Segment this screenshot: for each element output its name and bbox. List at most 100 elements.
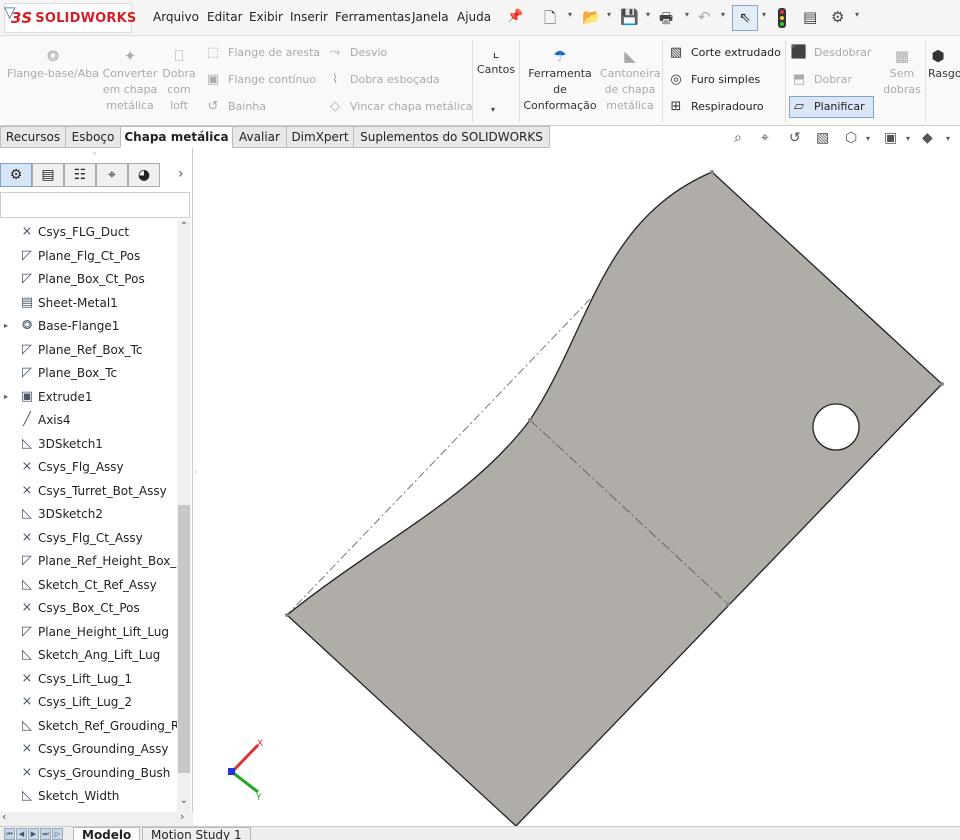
new-document-icon[interactable]: 🗋	[544, 8, 556, 33]
zoom-to-fit-icon[interactable]: ⌕	[734, 130, 742, 146]
converter-button[interactable]: ✦ Converter em chapa metálica	[102, 46, 158, 114]
chevron-down-icon[interactable]: ⌄	[177, 795, 191, 806]
chevron-right-icon[interactable]: ›	[178, 166, 184, 182]
tree-item[interactable]: ◺ Sketch_Width	[0, 785, 177, 807]
tree-item[interactable]: ⨯ Csys_Lift_Lug_1	[0, 668, 177, 690]
tree-item[interactable]: ◸ Plane_Box_Tc	[0, 362, 177, 384]
chevron-down-icon[interactable]: ▾	[646, 10, 650, 19]
menu-ferramentas[interactable]: Ferramentas	[335, 10, 411, 24]
tree-scroll-thumb[interactable]	[178, 505, 190, 773]
menu-exibir[interactable]: Exibir	[249, 10, 283, 24]
undo-icon[interactable]: ↶	[698, 8, 711, 26]
tree-horizontal-scrollbar[interactable]: ‹ ›	[0, 810, 193, 826]
chevron-down-icon[interactable]: ▾	[685, 10, 689, 19]
menu-editar[interactable]: Editar	[207, 10, 243, 24]
chevron-down-icon[interactable]: ▾	[906, 134, 910, 143]
cantos-button[interactable]: ⌞ Cantos	[474, 42, 518, 78]
flange-aresta-button[interactable]: ⬚ Flange de aresta	[204, 44, 320, 62]
cantoneira-button[interactable]: ◣ Cantoneira de chapa metálica	[600, 46, 661, 114]
feature-manager-tab-icon[interactable]: ⚙	[0, 163, 32, 187]
gear-icon[interactable]: ⚙	[831, 8, 844, 26]
tree-item[interactable]: ▸ ⭗ Base-Flange1	[0, 315, 177, 337]
tab-suplementos[interactable]: Suplementos do SOLIDWORKS	[353, 126, 550, 148]
chevron-down-icon[interactable]: ▾	[866, 134, 870, 143]
respiradouro-button[interactable]: ⊞ Respiradouro	[667, 98, 764, 116]
rasgo-button[interactable]: ⬢ Rasgo	[928, 46, 960, 82]
tree-item[interactable]: ⨯ Csys_Flg_Assy	[0, 456, 177, 478]
ferramenta-conformacao-button[interactable]: ☂ Ferramenta de Conformação	[521, 46, 599, 114]
filter-icon[interactable]: ▽	[4, 3, 16, 21]
dobrar-button[interactable]: ⬒ Dobrar	[790, 71, 852, 89]
chevron-down-icon[interactable]: ▾	[721, 10, 725, 19]
rebuild-traffic-light-icon[interactable]	[778, 8, 786, 28]
bainha-button[interactable]: ↺ Bainha	[204, 98, 266, 116]
tab-dimxpert[interactable]: DimXpert	[286, 126, 354, 148]
tree-item[interactable]: ◸ Plane_Flg_Ct_Pos	[0, 245, 177, 267]
tree-item[interactable]: ⨯ Csys_Lift_Lug_2	[0, 691, 177, 713]
tree-item[interactable]: ◸ Plane_Ref_Height_Box_Ct	[0, 550, 177, 572]
chevron-left-icon[interactable]: ‹	[2, 810, 6, 823]
pin-icon[interactable]: 📌	[507, 9, 523, 24]
display-style-icon[interactable]: ◆	[922, 130, 933, 146]
file-properties-icon[interactable]: ▤	[803, 8, 817, 26]
tree-item[interactable]: ◸ Plane_Box_Ct_Pos	[0, 268, 177, 290]
chevron-down-icon[interactable]: ▾	[855, 10, 859, 19]
display-manager-tab-icon[interactable]: ◕	[128, 163, 160, 187]
menu-arquivo[interactable]: Arquivo	[153, 10, 199, 24]
open-folder-icon[interactable]: 📂	[582, 8, 601, 26]
property-manager-tab-icon[interactable]: ▤	[32, 163, 64, 187]
tree-item[interactable]: ◺ 3DSketch1	[0, 433, 177, 455]
menu-ajuda[interactable]: Ajuda	[457, 10, 491, 24]
menu-janela[interactable]: Janela	[412, 10, 449, 24]
tab-modelo[interactable]: Modelo	[73, 827, 141, 840]
tree-filter[interactable]	[0, 192, 190, 218]
furo-simples-button[interactable]: ◎ Furo simples	[667, 71, 760, 89]
sem-dobras-button[interactable]: ▦ Sem dobras	[882, 46, 922, 98]
expand-arrow-icon[interactable]: ▸	[4, 315, 8, 337]
tree-item[interactable]: ⨯ Csys_Flg_Ct_Assy	[0, 527, 177, 549]
next-tab-icon[interactable]: ▶	[28, 828, 39, 840]
simple-hole[interactable]	[812, 403, 860, 451]
save-icon[interactable]: 💾	[620, 8, 639, 26]
prev-tab-icon[interactable]: ◀	[16, 828, 27, 840]
tree-item[interactable]: ⨯ Csys_Grounding_Assy	[0, 738, 177, 760]
tree-item[interactable]: ◺ Sketch_Ref_Grouding_Ro	[0, 715, 177, 737]
tree-item[interactable]: ◺ 3DSketch2	[0, 503, 177, 525]
tree-item[interactable]: ▤ Sheet-Metal1	[0, 292, 177, 314]
tree-item[interactable]: ╱ Axis4	[0, 409, 177, 431]
tree-item[interactable]: ⨯ Csys_Grounding_Bush	[0, 762, 177, 784]
flange-continuo-button[interactable]: ▣ Flange contínuo	[204, 71, 316, 89]
chevron-down-icon[interactable]: ▾	[762, 10, 766, 19]
tree-item[interactable]: ◸ Plane_Ref_Box_Tc	[0, 339, 177, 361]
planificar-button[interactable]: ▱ Planificar	[789, 96, 874, 118]
print-icon[interactable]: 🖶	[659, 8, 673, 33]
dobra-loft-button[interactable]: ⎕ Dobra com loft	[160, 46, 198, 114]
graphics-area[interactable]: X Y	[199, 148, 960, 826]
previous-view-icon[interactable]: ↺	[789, 130, 801, 146]
corte-extrudado-button[interactable]: ▧ Corte extrudado	[667, 44, 781, 62]
tree-item[interactable]: ◺ Sketch_Ang_Lift_Lug	[0, 644, 177, 666]
section-view-icon[interactable]: ▧	[816, 130, 829, 146]
expand-arrow-icon[interactable]: ▸	[4, 386, 8, 408]
tree-item[interactable]: ▸ ▣ Extrude1	[0, 386, 177, 408]
chevron-up-icon[interactable]: ⌃	[177, 221, 191, 232]
panel-grip-icon[interactable]: ◦	[92, 150, 97, 160]
tab-motion-study[interactable]: Motion Study 1	[142, 827, 251, 840]
dimxpert-manager-tab-icon[interactable]: ⌖	[96, 163, 128, 187]
tab-avaliar[interactable]: Avaliar	[232, 126, 287, 148]
chevron-down-icon[interactable]: ▾	[568, 10, 572, 19]
zoom-area-icon[interactable]: ⌖	[761, 130, 769, 146]
flange-base-button[interactable]: ⭗ Flange-base/Aba	[6, 46, 100, 82]
tab-esboco[interactable]: Esboço	[65, 126, 121, 148]
chevron-down-icon[interactable]: ▾	[946, 134, 950, 143]
cantos-dropdown-icon[interactable]: ▾	[491, 105, 495, 114]
chevron-down-icon[interactable]: ▾	[607, 10, 611, 19]
view-orientation-icon[interactable]: ▣	[884, 130, 897, 146]
tree-item[interactable]: ⨯ Csys_Box_Ct_Pos	[0, 597, 177, 619]
tab-chapa-metalica[interactable]: Chapa metálica	[120, 126, 233, 148]
last-tab-icon[interactable]: ⏭	[40, 828, 51, 840]
solidworks-logo[interactable]: 3S SOLIDWORKS	[4, 3, 136, 33]
tree-item[interactable]: ⨯ Csys_FLG_Duct	[0, 221, 177, 243]
tab-recursos[interactable]: Recursos	[0, 126, 66, 148]
vincar-button[interactable]: ◇ Vincar chapa metálica	[326, 98, 473, 116]
